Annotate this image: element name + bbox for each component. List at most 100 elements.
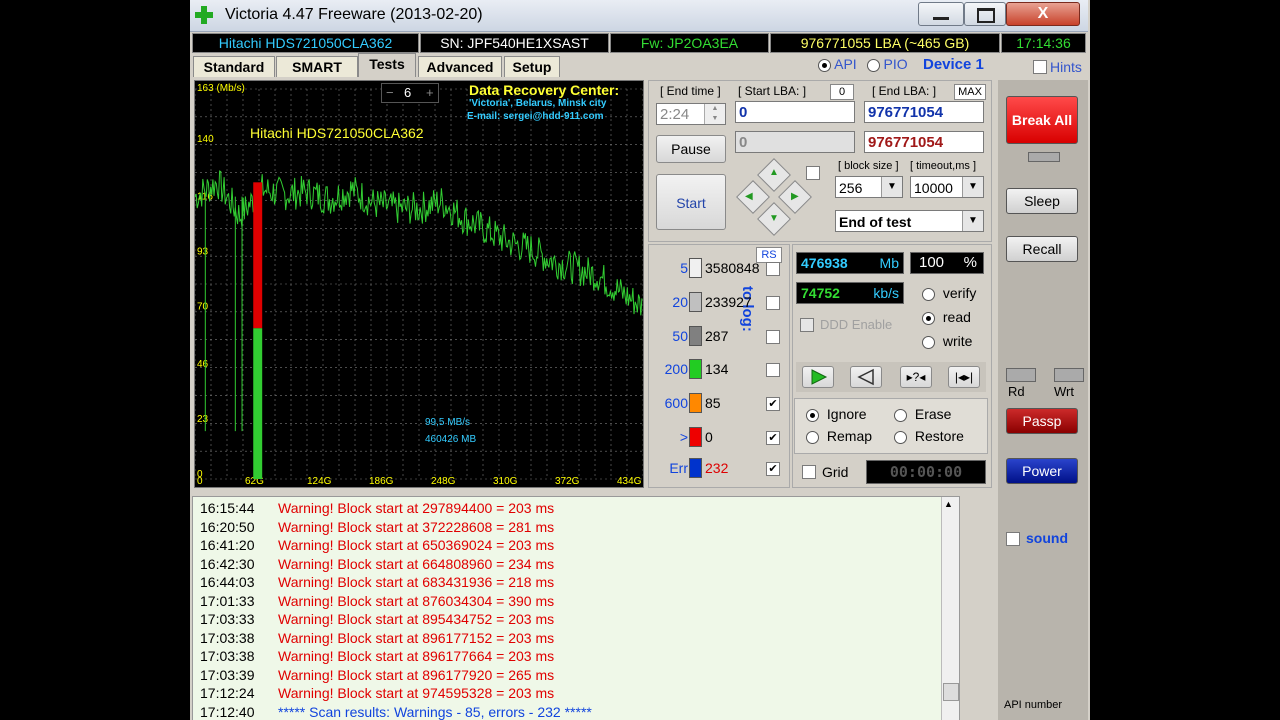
counter-log-checkbox[interactable]: [766, 330, 780, 344]
verify-radio[interactable]: [922, 287, 935, 301]
spin-down-icon[interactable]: −: [386, 85, 394, 100]
grid-checkbox[interactable]: [802, 465, 816, 479]
remap-option[interactable]: Remap: [806, 428, 872, 444]
chevron-down-icon: ▼: [962, 177, 983, 197]
log-message: Warning! Block start at 876034304 = 390 …: [278, 592, 555, 609]
counter-log-checkbox[interactable]: [766, 363, 780, 377]
break-all-button[interactable]: Break All: [1006, 96, 1078, 144]
log-time: 17:12:40: [200, 703, 255, 720]
event-log[interactable]: 16:15:44 Warning! Block start at 29789440…: [192, 496, 960, 720]
counter-log-checkbox[interactable]: [766, 296, 780, 310]
scroll-up-icon[interactable]: ▲: [944, 499, 953, 509]
sleep-button[interactable]: Sleep: [1006, 188, 1078, 214]
counter-label: Err: [669, 460, 688, 476]
log-message: Warning! Block start at 297894400 = 203 …: [278, 500, 555, 516]
restore-label: Restore: [914, 428, 964, 444]
x-tick-label: 124G: [307, 476, 332, 487]
counter-label: 200: [664, 361, 688, 377]
erase-radio[interactable]: [894, 408, 907, 422]
x-tick-label: 186G: [369, 476, 394, 487]
break-indicator: [1028, 152, 1060, 162]
counter-row: Err 232 ✔: [648, 458, 788, 478]
erase-option[interactable]: Erase: [894, 406, 951, 422]
counter-log-checkbox[interactable]: ✔: [766, 462, 780, 476]
play-button[interactable]: [802, 366, 834, 388]
sound-checkbox[interactable]: [1006, 532, 1020, 546]
pio-radio[interactable]: [866, 58, 880, 72]
side-panel: [998, 80, 1088, 720]
arrow-right-icon: ▶: [791, 191, 799, 202]
counter-swatch: [689, 292, 702, 312]
jump-icon: |◂▸|: [954, 370, 974, 384]
close-button[interactable]: X: [1006, 2, 1080, 26]
passp-button[interactable]: Passp: [1006, 408, 1078, 434]
counter-swatch: [689, 258, 702, 278]
jump-button[interactable]: |◂▸|: [948, 366, 980, 388]
ignore-option[interactable]: Ignore: [806, 406, 867, 422]
counter-log-checkbox[interactable]: ✔: [766, 431, 780, 445]
spin-up-icon[interactable]: +: [426, 85, 434, 100]
log-time: 16:20:50: [200, 518, 255, 535]
log-scrollbar[interactable]: ▲: [941, 497, 959, 720]
start-lba-input[interactable]: 0: [735, 101, 855, 123]
title-bar[interactable]: Victoria 4.47 Freeware (2013-02-20) X: [190, 0, 1088, 32]
pad-left-button[interactable]: [736, 180, 770, 214]
end-lba-max-button[interactable]: MAX: [954, 84, 986, 100]
verify-option[interactable]: verify: [922, 285, 976, 301]
write-option[interactable]: write: [922, 333, 972, 349]
time-down-icon[interactable]: ▼: [704, 114, 725, 124]
minimize-button[interactable]: [918, 2, 964, 26]
restore-option[interactable]: Restore: [894, 428, 964, 444]
speed-value: 74752: [801, 285, 840, 301]
rewind-button[interactable]: [850, 366, 882, 388]
device-label[interactable]: Device 1: [923, 56, 984, 73]
ddd-checkbox[interactable]: [800, 318, 814, 332]
promo-line3: E-mail: sergei@hdd-911.com: [467, 111, 604, 122]
tab-smart[interactable]: SMART: [276, 56, 358, 77]
tab-tests[interactable]: Tests: [358, 53, 416, 77]
timeout-select[interactable]: 10000 ▼: [910, 176, 984, 198]
speed-chart-plot: 163 (Mb/s)14011693704623062G124G186G248G…: [194, 83, 644, 487]
pause-button[interactable]: Pause: [656, 135, 726, 163]
write-radio[interactable]: [922, 335, 935, 349]
power-button[interactable]: Power: [1006, 458, 1078, 484]
ignore-label: Ignore: [826, 406, 867, 422]
scroll-thumb[interactable]: [943, 683, 959, 701]
end-time-label: [ End time ]: [660, 84, 721, 98]
start-button[interactable]: Start: [656, 174, 726, 230]
timer-display: 00:00:00: [866, 460, 986, 484]
read-option[interactable]: read: [922, 309, 971, 325]
end-time-field[interactable]: 2:24 ▲ ▼: [656, 103, 726, 125]
log-message: Warning! Block start at 974595328 = 203 …: [278, 685, 555, 701]
random-button[interactable]: ▸?◂: [900, 366, 932, 388]
log-time: 17:03:38: [200, 629, 255, 646]
counter-row: 20 233927: [648, 292, 788, 312]
mb-unit: Mb: [879, 255, 899, 271]
tab-setup[interactable]: Setup: [504, 56, 560, 77]
counter-log-checkbox[interactable]: ✔: [766, 397, 780, 411]
end-lba-input[interactable]: 976771054: [864, 101, 984, 123]
start-lba-zero-button[interactable]: 0: [830, 84, 854, 100]
tab-advanced[interactable]: Advanced: [418, 56, 502, 77]
restore-radio[interactable]: [894, 430, 907, 444]
log-message: Warning! Block start at 683431936 = 218 …: [278, 574, 555, 590]
chevron-down-icon: ▼: [881, 177, 902, 197]
write-label: write: [942, 333, 973, 349]
block-size-select[interactable]: 256 ▼: [835, 176, 903, 198]
log-message: ***** Scan results: Warnings - 85, error…: [278, 703, 592, 720]
nav-checkbox[interactable]: [806, 166, 820, 180]
tab-standard[interactable]: Standard: [193, 56, 275, 77]
api-radio[interactable]: [818, 58, 831, 72]
ignore-radio[interactable]: [806, 408, 819, 422]
firmware-field: Fw: JP2OA3EA: [610, 33, 769, 53]
clock-field: 17:14:36: [1001, 33, 1086, 53]
recall-button[interactable]: Recall: [1006, 236, 1078, 262]
counter-log-checkbox[interactable]: [766, 262, 780, 276]
hints-checkbox[interactable]: [1033, 60, 1047, 74]
chart-spin-control[interactable]: − 6 +: [381, 83, 439, 103]
read-radio[interactable]: [922, 311, 935, 325]
remap-radio[interactable]: [806, 430, 819, 444]
maximize-button[interactable]: [964, 2, 1006, 26]
end-action-select[interactable]: End of test ▼: [835, 210, 984, 232]
x-tick-label: 310G: [493, 476, 518, 487]
